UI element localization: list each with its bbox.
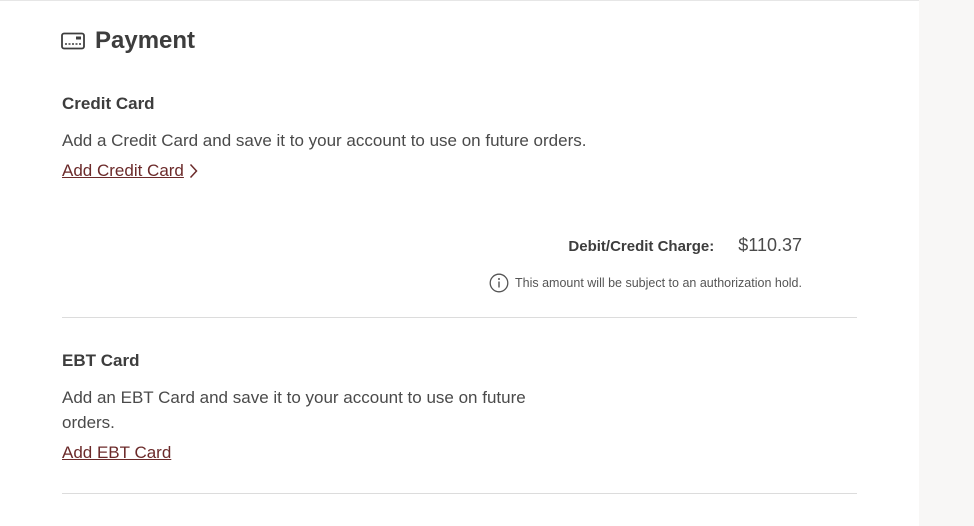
ebt-description-line-1: Add an EBT Card and save it to your acco… — [62, 388, 526, 407]
page-title: Payment — [95, 27, 196, 54]
section-divider — [62, 317, 857, 318]
ebt-card-heading: EBT Card — [62, 351, 140, 370]
add-ebt-card-link[interactable]: Add EBT Card — [62, 443, 171, 463]
authorization-notice: This amount will be subject to an author… — [489, 273, 802, 293]
section-divider-bottom — [62, 493, 857, 494]
info-icon[interactable] — [489, 273, 509, 293]
add-credit-card-link[interactable]: Add Credit Card — [62, 161, 198, 181]
charge-summary: Debit/Credit Charge: $110.37 — [568, 235, 802, 256]
charge-amount: $110.37 — [738, 235, 802, 255]
authorization-notice-text: This amount will be subject to an author… — [515, 276, 802, 290]
credit-card-heading: Credit Card — [62, 94, 155, 113]
charge-label: Debit/Credit Charge: — [568, 238, 715, 255]
add-credit-card-label: Add Credit Card — [62, 161, 184, 180]
ebt-description-line-2: orders. — [62, 413, 115, 432]
chevron-right-icon — [189, 163, 198, 179]
add-ebt-card-label: Add EBT Card — [62, 443, 172, 462]
payment-header: Payment — [61, 27, 195, 55]
credit-card-description: Add a Credit Card and save it to your ac… — [62, 131, 587, 150]
payment-panel: Payment Credit Card Add a Credit Card an… — [0, 0, 919, 526]
ebt-card-description: Add an EBT Card and save it to your acco… — [62, 385, 526, 435]
credit-card-icon — [61, 32, 85, 50]
